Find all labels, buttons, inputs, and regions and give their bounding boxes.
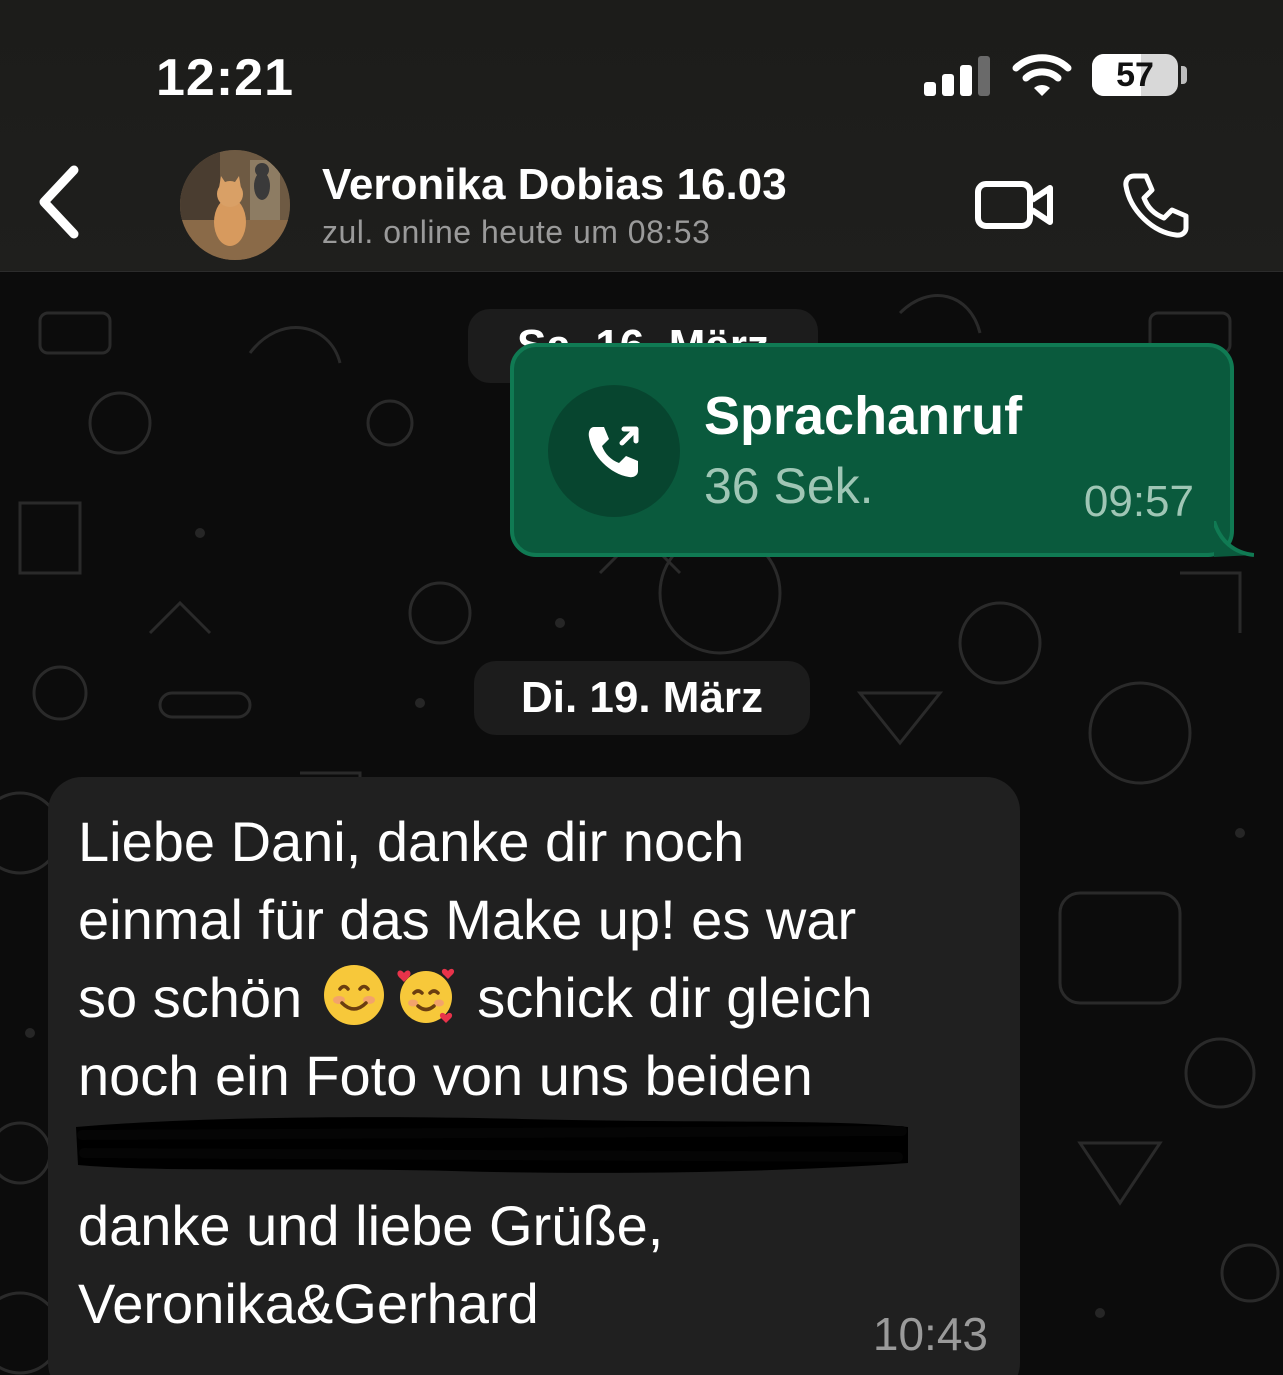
status-time: 12:21 <box>156 49 294 107</box>
chat-area[interactable]: Sa. 16. März Sprachanruf 36 Sek. 09:57 D… <box>0 273 1283 1375</box>
signal-icon <box>924 54 990 96</box>
message-timestamp: 09:57 <box>1083 477 1194 526</box>
text-message-bubble[interactable]: Liebe Dani, danke dir noch einmal für da… <box>48 777 1020 1375</box>
battery-icon: 57 <box>1092 54 1178 96</box>
contact-last-seen: zul. online heute um 08:53 <box>322 214 711 250</box>
call-type-label: Sprachanruf <box>704 386 1023 446</box>
wifi-icon <box>1012 54 1072 96</box>
voice-call-button[interactable] <box>1120 168 1192 240</box>
avatar[interactable] <box>180 150 290 260</box>
battery-percent: 57 <box>1116 56 1154 94</box>
top-bar: 12:21 57 Veronika Dobias 16.03 zul. onli… <box>0 0 1283 272</box>
contact-name[interactable]: Veronika Dobias 16.03 <box>322 160 787 210</box>
message-text: Liebe Dani, danke dir noch einmal für da… <box>78 803 978 1115</box>
message-signature: danke und liebe Grüße, Veronika&Gerhard <box>78 1194 664 1335</box>
smiling-face-with-hearts-emoji-icon <box>397 968 454 1023</box>
bubble-tail <box>1214 521 1254 557</box>
chat-screen: 12:21 57 Veronika Dobias 16.03 zul. onli… <box>0 0 1283 1375</box>
date-separator: Di. 19. März <box>474 661 810 735</box>
message-timestamp: 10:43 <box>872 1308 988 1360</box>
call-duration: 36 Sek. <box>704 458 874 514</box>
smiling-face-emoji-icon <box>323 965 384 1025</box>
video-call-button[interactable] <box>970 170 1056 240</box>
redaction-scribble <box>76 1117 908 1173</box>
back-button[interactable] <box>30 162 94 242</box>
outgoing-call-icon <box>548 385 680 517</box>
cat-photo-icon <box>180 150 290 260</box>
call-message-bubble[interactable]: Sprachanruf 36 Sek. 09:57 <box>510 343 1234 557</box>
battery-tip <box>1181 66 1187 84</box>
